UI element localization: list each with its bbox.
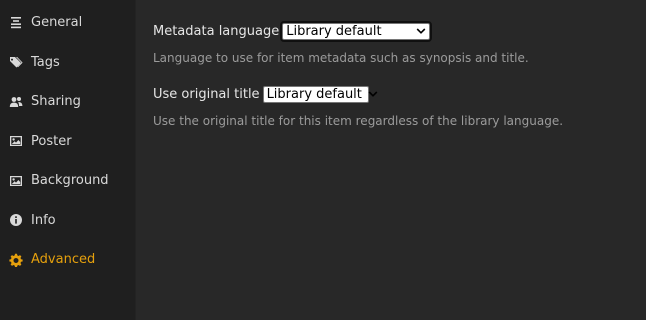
image-icon — [9, 134, 23, 148]
metadata-language-row: Metadata language Library default — [153, 20, 646, 42]
sidebar-item-general[interactable]: General — [0, 3, 136, 43]
metadata-language-select[interactable]: Library default — [280, 20, 433, 42]
sidebar-item-label: Sharing — [31, 94, 81, 110]
use-original-title-help: Use the original title for this item reg… — [153, 114, 564, 128]
chevron-down-icon — [368, 89, 378, 99]
sidebar: General Tags Sharing Poster Background I… — [0, 0, 136, 320]
image-icon — [9, 174, 23, 188]
sidebar-item-label: Poster — [31, 133, 72, 149]
sidebar-item-info[interactable]: Info — [0, 201, 136, 241]
use-original-title-select[interactable]: Library default — [262, 85, 378, 103]
sidebar-item-label: Info — [31, 212, 56, 228]
general-icon — [9, 16, 23, 30]
advanced-settings-panel: Metadata language Library default Langua… — [136, 0, 646, 320]
sidebar-item-background[interactable]: Background — [0, 161, 136, 201]
info-icon — [9, 213, 23, 227]
chevron-down-icon — [416, 26, 426, 36]
sidebar-item-label: Advanced — [31, 252, 96, 268]
sidebar-item-tags[interactable]: Tags — [0, 43, 136, 83]
sidebar-item-advanced[interactable]: Advanced — [0, 240, 136, 280]
use-original-title-label: Use original title — [153, 86, 260, 102]
sidebar-item-label: Background — [31, 173, 109, 189]
app-window: General Tags Sharing Poster Background I… — [0, 0, 646, 320]
metadata-language-value: Library default — [286, 23, 382, 39]
sidebar-item-label: General — [31, 15, 83, 31]
use-original-title-value: Library default — [266, 86, 362, 102]
metadata-language-help: Language to use for item metadata such a… — [153, 51, 529, 65]
users-icon — [9, 95, 23, 109]
tags-icon — [9, 55, 23, 69]
metadata-language-label: Metadata language — [153, 23, 280, 39]
gear-icon — [9, 253, 23, 267]
sidebar-item-poster[interactable]: Poster — [0, 122, 136, 162]
use-original-title-row: Use original title Library default — [153, 84, 646, 104]
sidebar-item-sharing[interactable]: Sharing — [0, 82, 136, 122]
sidebar-item-label: Tags — [31, 54, 60, 70]
